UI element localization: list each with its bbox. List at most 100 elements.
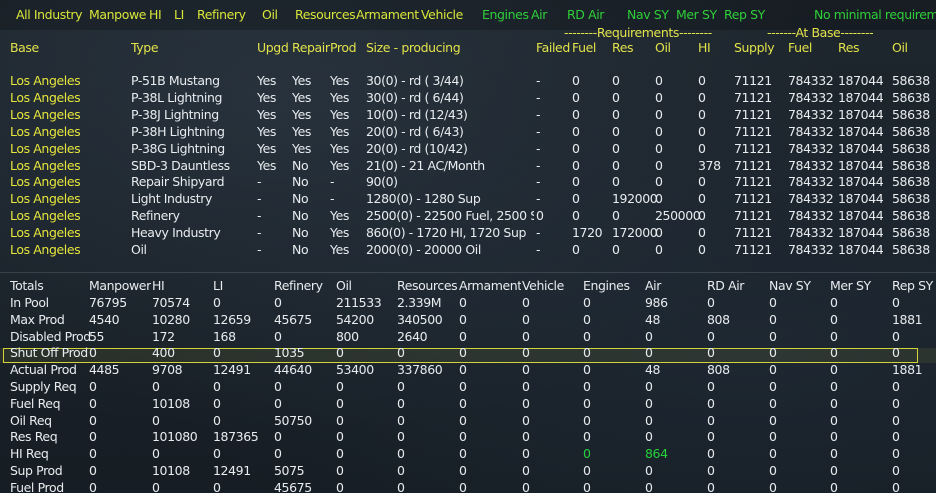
- table-cell-size-producing: 30(0) - rd ( 3/44): [366, 73, 464, 88]
- table-cell-base-supply: 71121: [734, 191, 772, 206]
- table-cell-base-oil: 58638: [892, 208, 930, 223]
- table-cell-repair: No: [292, 191, 309, 206]
- table-cell-failed: -: [536, 242, 541, 257]
- base-name-cell[interactable]: Los Angeles: [10, 107, 81, 122]
- base-name-cell[interactable]: Los Angeles: [10, 242, 81, 257]
- totals-cell-engines: 0: [583, 345, 591, 360]
- totals-cell-nav-sy: 0: [769, 329, 777, 344]
- totals-cell-vehicle: 0: [522, 463, 530, 478]
- column-header-base-supply[interactable]: Supply: [734, 40, 782, 55]
- table-cell-req-fuel: 0: [572, 141, 580, 156]
- base-name-cell[interactable]: Los Angeles: [10, 225, 81, 240]
- table-cell-req-hi: 0: [698, 191, 706, 206]
- totals-cell-manpower: 4485: [89, 362, 120, 377]
- base-name-cell[interactable]: Los Angeles: [10, 141, 81, 156]
- totals-cell-rep-sy: 0: [892, 463, 900, 478]
- column-header-repair[interactable]: Repair: [292, 40, 332, 55]
- table-cell-req-hi: 0: [698, 124, 706, 139]
- table-cell-failed: -: [536, 225, 541, 240]
- base-name-cell[interactable]: Los Angeles: [10, 73, 81, 88]
- totals-cell-hi: 172: [152, 329, 175, 344]
- table-cell-size-producing: 30(0) - rd ( 6/44): [366, 90, 464, 105]
- totals-cell-li: 168: [213, 329, 236, 344]
- column-header-type[interactable]: Type: [131, 40, 251, 55]
- filter-tab-engines[interactable]: Engines: [482, 7, 530, 22]
- column-header-prod[interactable]: Prod: [330, 40, 364, 55]
- column-header-req-fuel[interactable]: Fuel: [572, 40, 608, 55]
- column-header-size-producing[interactable]: Size - producing: [366, 40, 526, 55]
- totals-cell-rep-sy: 0: [892, 329, 900, 344]
- totals-cell-rep-sy: 0: [892, 396, 900, 411]
- filter-tab-resources[interactable]: Resources: [295, 7, 355, 22]
- filter-tab-armament[interactable]: Armament: [356, 7, 422, 22]
- table-cell-repair: Yes: [292, 90, 311, 105]
- column-header-failed[interactable]: Failed: [536, 40, 572, 55]
- filter-tab-air[interactable]: Air: [531, 7, 565, 22]
- column-header-base-fuel[interactable]: Fuel: [788, 40, 836, 55]
- totals-cell-hi: 10108: [152, 396, 190, 411]
- totals-cell-rep-sy: 0: [892, 429, 900, 444]
- table-cell-upgrade: Yes: [257, 124, 276, 139]
- totals-cell-rd-air: 808: [707, 362, 730, 377]
- totals-cell-rd-air: 0: [707, 429, 715, 444]
- table-cell-req-oil: 0: [655, 141, 663, 156]
- column-header-req-hi[interactable]: HI: [698, 40, 732, 55]
- totals-cell-engines: 0: [583, 329, 591, 344]
- totals-cell-mer-sy: 0: [830, 362, 838, 377]
- filter-tab-nav-sy[interactable]: Nav SY: [627, 7, 675, 22]
- column-header-base-oil[interactable]: Oil: [892, 40, 936, 55]
- table-cell-req-fuel: 0: [572, 124, 580, 139]
- base-name-cell[interactable]: Los Angeles: [10, 208, 81, 223]
- totals-header-mer-sy: Mer SY: [830, 278, 871, 293]
- table-cell-size-producing: 2500(0) - 22500 Fuel, 2500 Sup: [366, 208, 534, 223]
- filter-tab-hi[interactable]: HI: [149, 7, 173, 22]
- column-header-base-res[interactable]: Res: [838, 40, 890, 55]
- table-cell-base-fuel: 784332: [788, 158, 834, 173]
- totals-cell-oil: 0: [336, 463, 344, 478]
- table-cell-req-fuel: 0: [572, 73, 580, 88]
- totals-cell-refinery: 45675: [274, 480, 312, 493]
- totals-cell-rep-sy: 0: [892, 446, 900, 461]
- column-header-upgrade[interactable]: Upgd: [257, 40, 291, 55]
- table-cell-req-fuel: 0: [572, 208, 580, 223]
- filter-tab-rep-sy[interactable]: Rep SY: [724, 7, 768, 22]
- totals-cell-vehicle: 0: [522, 362, 530, 377]
- table-cell-req-hi: 0: [698, 73, 706, 88]
- column-header-req-oil[interactable]: Oil: [655, 40, 695, 55]
- table-cell-upgrade: Yes: [257, 158, 276, 173]
- base-name-cell[interactable]: Los Angeles: [10, 90, 81, 105]
- totals-cell-refinery: 0: [274, 295, 282, 310]
- table-cell-req-hi: 0: [698, 242, 706, 257]
- totals-cell-armament: 0: [459, 446, 467, 461]
- filter-tab-rd-air[interactable]: RD Air: [567, 7, 625, 22]
- table-cell-base-res: 187044: [838, 225, 884, 240]
- column-header-base[interactable]: Base: [10, 40, 120, 55]
- totals-cell-vehicle: 0: [522, 480, 530, 493]
- totals-cell-armament: 0: [459, 345, 467, 360]
- totals-header-label: Totals: [10, 278, 44, 293]
- filter-tab-vehicle[interactable]: Vehicle: [421, 7, 477, 22]
- totals-cell-refinery: 0: [274, 379, 282, 394]
- totals-cell-resources: 0: [397, 463, 405, 478]
- totals-cell-nav-sy: 0: [769, 295, 777, 310]
- minimal-requirement-filter[interactable]: No minimal requirement: [814, 7, 936, 22]
- totals-cell-resources: 2.339M: [397, 295, 442, 310]
- column-header-req-res[interactable]: Res: [612, 40, 652, 55]
- totals-cell-engines: 0: [583, 396, 591, 411]
- totals-header-nav-sy: Nav SY: [769, 278, 811, 293]
- base-name-cell[interactable]: Los Angeles: [10, 158, 81, 173]
- base-name-cell[interactable]: Los Angeles: [10, 191, 81, 206]
- totals-cell-refinery: 44640: [274, 362, 312, 377]
- totals-cell-resources: 0: [397, 396, 405, 411]
- filter-tab-oil[interactable]: Oil: [262, 7, 292, 22]
- filter-tab-li[interactable]: LI: [174, 7, 196, 22]
- filter-tab-mer-sy[interactable]: Mer SY: [676, 7, 722, 22]
- table-cell-type: Light Industry: [131, 191, 212, 206]
- filter-tab-refinery[interactable]: Refinery: [197, 7, 257, 22]
- totals-cell-vehicle: 0: [522, 413, 530, 428]
- filter-tab-all-industry[interactable]: All Industry: [16, 7, 88, 22]
- base-name-cell[interactable]: Los Angeles: [10, 174, 81, 189]
- base-name-cell[interactable]: Los Angeles: [10, 124, 81, 139]
- filter-tab-manpower[interactable]: Manpower: [89, 7, 147, 22]
- table-cell-base-fuel: 784332: [788, 90, 834, 105]
